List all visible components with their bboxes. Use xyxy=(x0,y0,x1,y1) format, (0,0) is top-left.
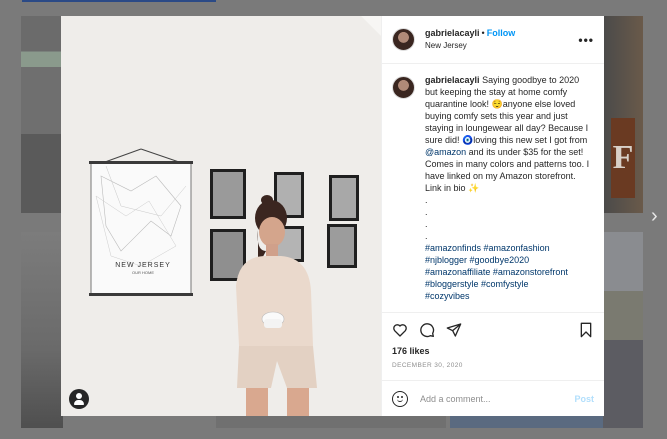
map-title: NEW JERSEY xyxy=(115,262,171,269)
follow-button[interactable]: Follow xyxy=(487,28,516,38)
hashtag-line[interactable]: #njblogger #goodbye2020 xyxy=(425,254,593,266)
caption-mention[interactable]: @amazon xyxy=(425,147,466,157)
hashtag-line[interactable]: #amazonfinds #amazonfashion xyxy=(425,242,593,254)
chevron-right-icon[interactable]: › xyxy=(651,206,665,226)
post-modal: NEW JERSEY OUR HOME gabrielacayli • Foll… xyxy=(61,16,604,416)
avatar[interactable] xyxy=(392,28,415,51)
post-sidebar: gabrielacayli • Follow New Jersey ••• gabr… xyxy=(381,16,604,416)
comment-icon[interactable] xyxy=(419,322,435,338)
avatar[interactable] xyxy=(392,76,415,99)
caption-dot: . xyxy=(425,207,428,217)
user-icon[interactable] xyxy=(69,389,89,409)
photo-image: NEW JERSEY OUR HOME xyxy=(61,16,381,416)
grid-thumbnail[interactable]: F xyxy=(603,16,643,213)
paper-plane-icon[interactable] xyxy=(446,322,462,338)
more-options-icon[interactable]: ••• xyxy=(578,33,594,47)
hashtag-line[interactable]: #bloggerstyle #comfystyle xyxy=(425,278,593,290)
grid-thumbnail[interactable] xyxy=(450,415,603,428)
grid-thumbnail[interactable] xyxy=(21,16,63,213)
caption-username[interactable]: gabrielacayli xyxy=(425,75,480,85)
heart-icon[interactable] xyxy=(392,322,408,338)
action-bar xyxy=(382,312,604,346)
caption-dot: . xyxy=(425,231,428,241)
caption-dot: . xyxy=(425,219,428,229)
grid-thumbnail[interactable] xyxy=(21,232,63,428)
caption-area: gabrielacayli Saying goodbye to 2020 but… xyxy=(382,64,604,312)
comment-bar: Post xyxy=(382,380,604,416)
background-header-bar xyxy=(22,0,216,2)
post-button[interactable]: Post xyxy=(574,394,594,404)
hashtag-line[interactable]: #amazonaffiliate #amazonstorefront xyxy=(425,266,593,278)
grid-thumbnail[interactable] xyxy=(603,232,643,428)
separator-dot: • xyxy=(481,28,485,38)
grid-thumbnail[interactable] xyxy=(216,415,446,428)
thumbnail-letter-sign: F xyxy=(611,118,635,198)
username-link[interactable]: gabrielacayli xyxy=(425,28,480,38)
location-link[interactable]: New Jersey xyxy=(425,40,515,52)
post-header: gabrielacayli • Follow New Jersey ••• xyxy=(382,16,604,64)
bookmark-icon[interactable] xyxy=(578,322,594,338)
post-photo[interactable]: NEW JERSEY OUR HOME xyxy=(61,16,381,416)
emoji-icon[interactable] xyxy=(392,390,408,407)
comment-input[interactable] xyxy=(420,393,560,404)
map-subtitle: OUR HOME xyxy=(132,270,154,275)
caption: gabrielacayli Saying goodbye to 2020 but… xyxy=(425,74,593,312)
post-date[interactable]: DECEMBER 30, 2020 xyxy=(382,360,604,380)
hashtag-line[interactable]: #cozyvibes xyxy=(425,290,593,302)
caption-dot: . xyxy=(425,195,428,205)
caption-text: Saying goodbye to 2020 but keeping the s… xyxy=(425,75,589,145)
likes-count[interactable]: 176 likes xyxy=(382,346,604,360)
